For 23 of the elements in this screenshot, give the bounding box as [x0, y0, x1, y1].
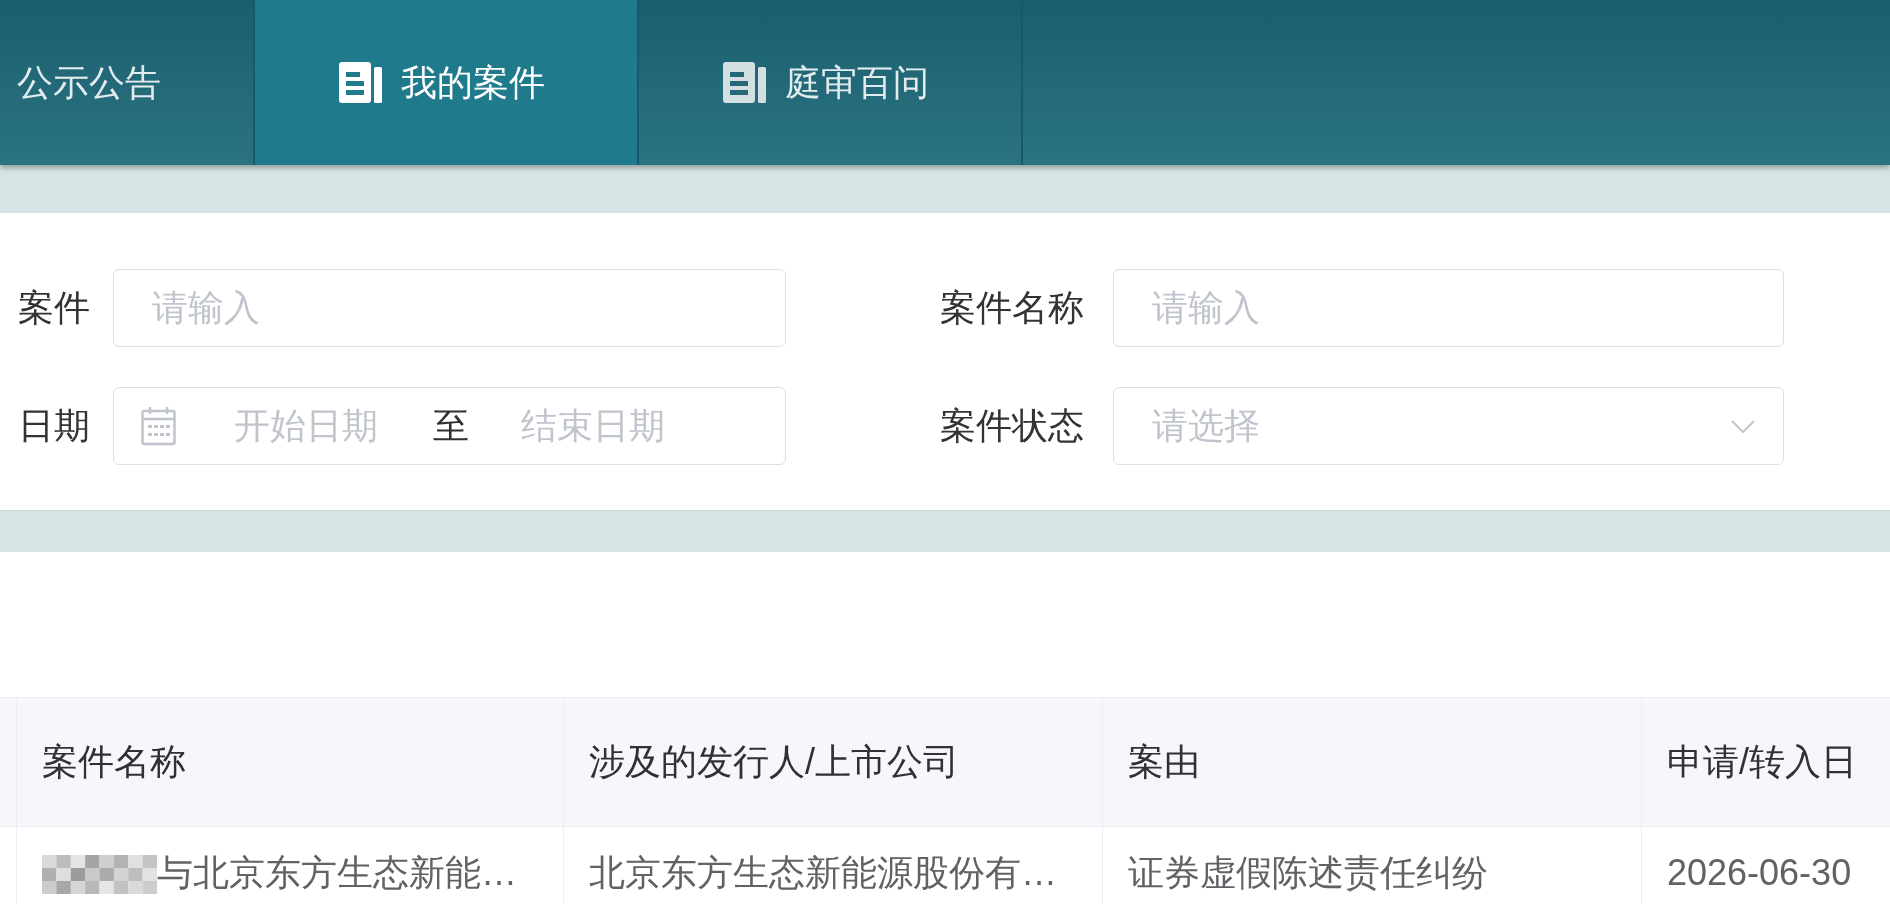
field-label: 日期: [18, 404, 90, 448]
field-label: 案件状态: [940, 404, 1084, 448]
select-field[interactable]: 请选择: [1113, 387, 1784, 465]
end-date-input[interactable]: 结束日期: [521, 402, 671, 450]
field-label: 案件: [18, 286, 90, 330]
column-header: 涉及的发行人/上市公司: [589, 740, 959, 784]
select-input[interactable]: 请选择: [1152, 402, 1731, 450]
cell-text: 与北京东方生态新能…: [157, 851, 517, 895]
calendar-icon: [141, 406, 176, 446]
field-label: 案件名称: [940, 286, 1084, 330]
start-date-input[interactable]: 开始日期: [234, 402, 384, 450]
column-header: 案由: [1128, 740, 1200, 784]
nav-tab[interactable]: 我的案件: [255, 0, 639, 165]
cell-text: 2026-06-30: [1667, 851, 1852, 895]
input-field[interactable]: 请输入: [113, 269, 786, 347]
cell-text: 北京东方生态新能源股份有…: [589, 851, 1057, 895]
date-range-picker[interactable]: 开始日期 至 结束日期: [113, 387, 786, 465]
column-header: 申请/转入日: [1667, 740, 1857, 784]
cell-text: 证券虚假陈述责任纠纷: [1128, 851, 1488, 895]
range-separator: 至: [433, 404, 469, 448]
input-field[interactable]: 请输入: [1113, 269, 1784, 347]
chevron-down-icon: [1731, 419, 1755, 433]
column-header: 案件名称: [42, 740, 186, 784]
